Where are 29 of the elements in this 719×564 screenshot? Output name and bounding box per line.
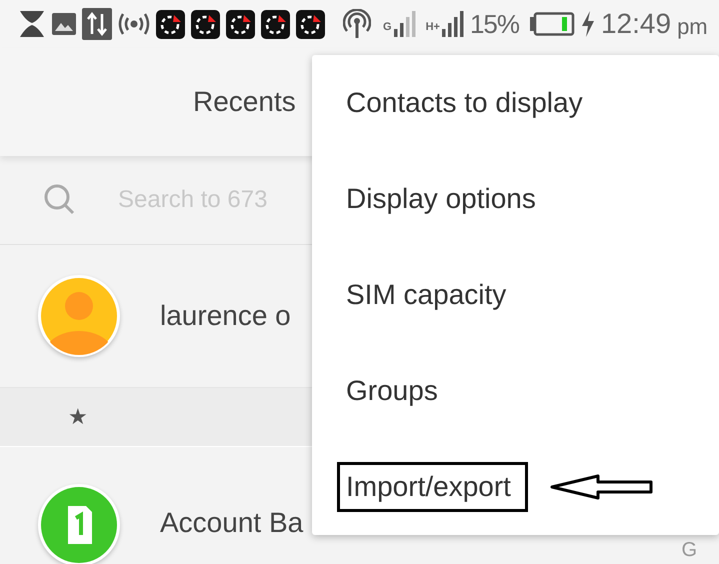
image-icon — [52, 13, 76, 35]
charging-icon — [580, 11, 595, 37]
menu-item[interactable]: Contacts to display — [337, 78, 600, 128]
data-transfer-icon — [82, 8, 112, 40]
menu-item[interactable]: Display options — [337, 174, 553, 224]
signal-icon — [442, 11, 464, 37]
recents-tab[interactable]: Recents — [193, 86, 296, 118]
clock-period: pm — [677, 14, 708, 40]
signal-icon — [394, 11, 416, 37]
highlighted-menu-item[interactable]: Import/export — [337, 462, 528, 512]
network-type-label: H+ — [426, 21, 440, 33]
hourglass-icon — [18, 9, 46, 39]
battery-icon — [528, 12, 575, 36]
hotspot-icon — [343, 9, 371, 39]
sync-icon — [156, 10, 185, 38]
contact-name[interactable]: Account Ba — [160, 507, 304, 539]
menu-item[interactable]: SIM capacity — [337, 270, 524, 320]
clock-time: 12:49 — [600, 8, 672, 40]
favorites-section-label: ★ — [68, 404, 88, 430]
sync-icon — [296, 10, 325, 38]
broadcast-icon — [118, 12, 150, 36]
contact-name[interactable]: laurence o — [160, 300, 291, 332]
network-type-label: G — [383, 21, 392, 33]
battery-percent: 15% — [470, 8, 519, 40]
search-icon[interactable] — [44, 184, 76, 216]
sync-icon — [261, 10, 290, 38]
sync-icon — [226, 10, 255, 38]
sync-icon — [191, 10, 220, 38]
menu-item[interactable]: Groups — [337, 366, 455, 416]
